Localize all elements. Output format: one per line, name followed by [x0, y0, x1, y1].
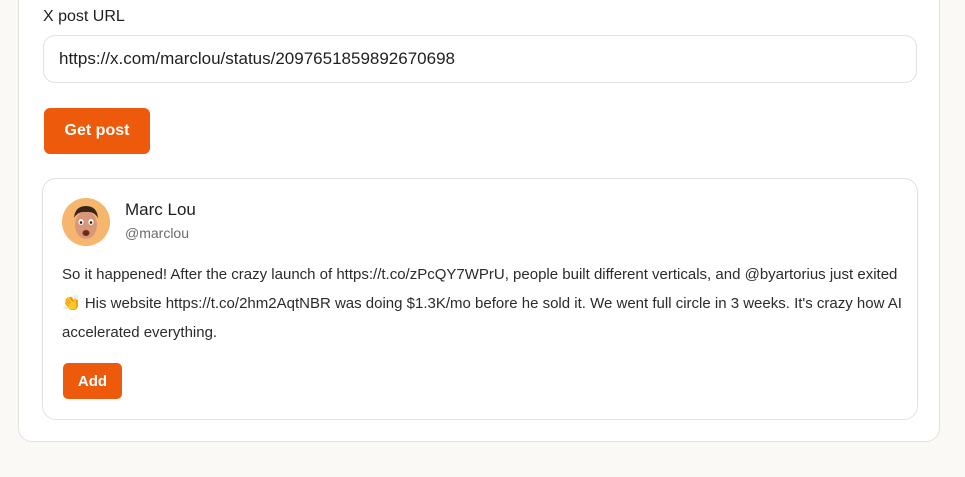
author-handle: @marclou: [125, 225, 190, 241]
author-name: Marc Lou: [125, 200, 196, 219]
avatar-icon: [62, 198, 110, 246]
url-field-label: X post URL: [43, 8, 125, 25]
post-url-input[interactable]: [43, 35, 917, 83]
add-button[interactable]: Add: [63, 363, 122, 399]
post-preview-card: Marc Lou @marclou So it happened! After …: [42, 178, 918, 420]
avatar: [62, 198, 110, 246]
post-text: So it happened! After the crazy launch o…: [62, 266, 902, 341]
get-post-button[interactable]: Get post: [44, 108, 150, 154]
